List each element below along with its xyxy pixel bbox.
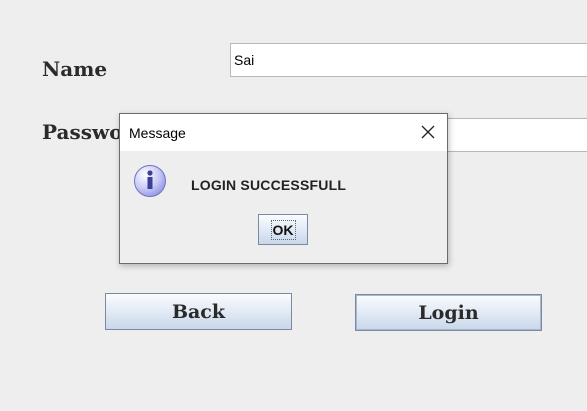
dialog-title: Message [129,125,186,141]
message-dialog: Message LOGIN SUCCESSFULL OK [119,113,448,264]
close-icon[interactable] [419,123,437,141]
name-input[interactable] [230,43,587,77]
dialog-titlebar[interactable]: Message [120,114,447,151]
info-icon [134,165,166,197]
login-button[interactable]: Login [355,294,542,331]
ok-button-label: OK [270,219,296,240]
dialog-message: LOGIN SUCCESSFULL [191,177,347,193]
ok-button[interactable]: OK [258,214,308,245]
name-label: Name [42,57,108,81]
back-button[interactable]: Back [105,293,292,330]
